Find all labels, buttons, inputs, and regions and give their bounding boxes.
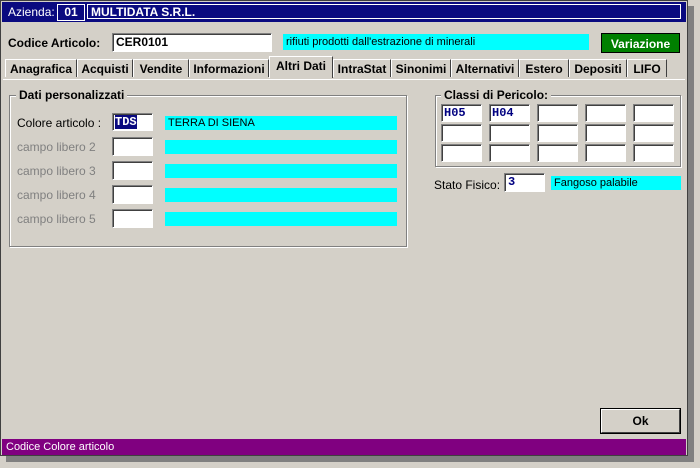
physical-state-label: Stato Fisico: xyxy=(434,178,501,192)
tab-acquisti[interactable]: Acquisti xyxy=(77,59,133,77)
physical-state-input[interactable]: 3 xyxy=(504,173,545,192)
tab-depositi[interactable]: Depositi xyxy=(569,59,627,77)
hazard-cell[interactable]: H05 xyxy=(441,104,482,122)
campo4-code-input[interactable] xyxy=(112,185,153,204)
company-bar: Azienda: 01 MULTIDATA S.R.L. xyxy=(2,2,686,22)
company-code: 01 xyxy=(57,4,85,21)
tab-altri-dati[interactable]: Altri Dati xyxy=(269,56,333,78)
campo3-code-input[interactable] xyxy=(112,161,153,180)
hazard-cell[interactable] xyxy=(633,104,674,122)
hazard-cell[interactable]: H04 xyxy=(489,104,530,122)
hazard-cell[interactable] xyxy=(537,124,578,142)
article-code-label: Codice Articolo: xyxy=(8,36,101,50)
campo3-description xyxy=(165,164,397,178)
hazard-cell[interactable] xyxy=(585,124,626,142)
custom-data-title: Dati personalizzati xyxy=(16,88,128,102)
hazard-cell[interactable] xyxy=(633,144,674,162)
field-label-colore: Colore articolo : xyxy=(17,116,102,130)
campo2-code-input[interactable] xyxy=(112,137,153,156)
tab-intrastat[interactable]: IntraStat xyxy=(333,59,391,77)
hazard-cell[interactable] xyxy=(441,144,482,162)
article-window: Azienda: 01 MULTIDATA S.R.L. Codice Arti… xyxy=(0,0,688,456)
tab-alternativi[interactable]: Alternativi xyxy=(451,59,519,77)
field-label-campo5: campo libero 5 xyxy=(17,212,96,226)
colore-code-input[interactable]: TDS xyxy=(112,113,153,131)
field-label-campo4: campo libero 4 xyxy=(17,188,96,202)
hazard-cell[interactable] xyxy=(489,124,530,142)
campo4-description xyxy=(165,188,397,202)
campo5-description xyxy=(165,212,397,226)
tab-informazioni[interactable]: Informazioni xyxy=(189,59,269,77)
window-shadow-bottom xyxy=(6,456,694,462)
tab-lifo[interactable]: LIFO xyxy=(627,59,667,77)
hazard-cell[interactable] xyxy=(585,144,626,162)
tab-sinonimi[interactable]: Sinonimi xyxy=(391,59,451,77)
colore-description: TERRA DI SIENA xyxy=(165,116,397,130)
hazard-cell[interactable] xyxy=(489,144,530,162)
hazard-cell[interactable] xyxy=(537,104,578,122)
physical-state-description: Fangoso palabile xyxy=(551,176,681,190)
tab-vendite[interactable]: Vendite xyxy=(133,59,189,77)
hazard-cell[interactable] xyxy=(633,124,674,142)
field-label-campo2: campo libero 2 xyxy=(17,140,96,154)
hazard-cell[interactable] xyxy=(441,124,482,142)
company-name: MULTIDATA S.R.L. xyxy=(87,4,681,19)
company-label: Azienda: xyxy=(8,5,55,19)
article-code-input[interactable]: CER0101 xyxy=(112,33,272,52)
variazione-button[interactable]: Variazione xyxy=(601,33,680,53)
campo5-code-input[interactable] xyxy=(112,209,153,228)
window-shadow-right xyxy=(688,6,694,462)
tab-estero[interactable]: Estero xyxy=(519,59,569,77)
hazard-cell[interactable] xyxy=(585,104,626,122)
ok-button[interactable]: Ok xyxy=(601,409,680,433)
campo2-description xyxy=(165,140,397,154)
article-description: rifiuti prodotti dall'estrazione di mine… xyxy=(283,34,589,50)
hazard-cell[interactable] xyxy=(537,144,578,162)
field-label-campo3: campo libero 3 xyxy=(17,164,96,178)
tab-divider xyxy=(3,79,685,80)
colore-code-selection: TDS xyxy=(115,115,137,129)
tab-anagrafica[interactable]: Anagrafica xyxy=(5,59,77,77)
hazard-title: Classi di Pericolo: xyxy=(441,88,552,102)
status-bar: Codice Colore articolo xyxy=(2,439,686,455)
